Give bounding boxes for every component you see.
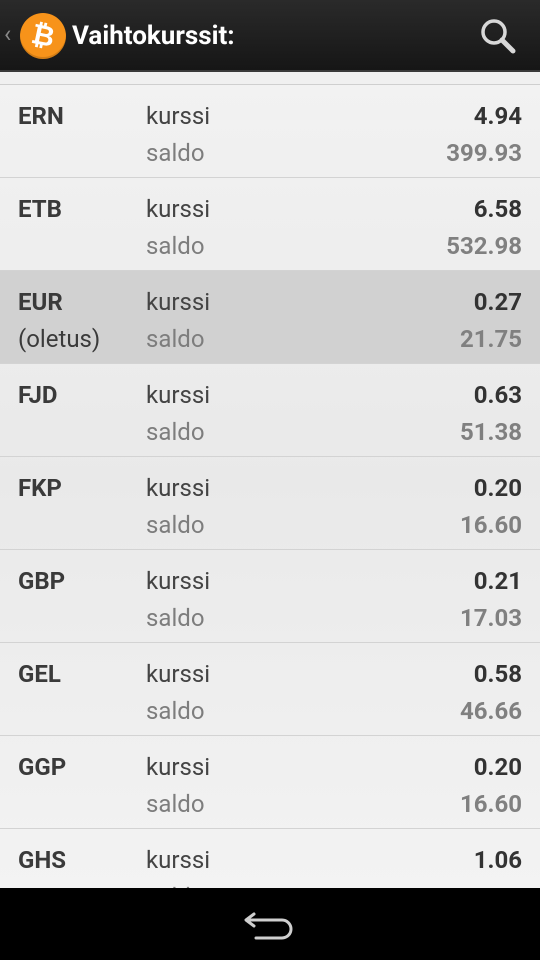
balance-label: saldo	[146, 879, 205, 888]
currency-code: FKP	[18, 474, 62, 502]
currency-code: EUR	[18, 288, 63, 316]
up-chevron-icon[interactable]: ‹	[4, 22, 11, 46]
currency-code: ERN	[18, 102, 64, 130]
list-top-divider	[0, 72, 540, 85]
rate-value: 0.20	[473, 474, 522, 502]
rate-value: 4.94	[473, 102, 522, 130]
currency-code: GHS	[18, 846, 67, 874]
currency-row[interactable]: ETB kurssi saldo 6.58 532.98	[0, 178, 540, 271]
rate-value: 0.20	[473, 753, 522, 781]
currency-row-selected[interactable]: EUR (oletus) kurssi saldo 0.27 21.75	[0, 271, 540, 364]
rate-value: 0.58	[473, 660, 522, 688]
currency-code: ETB	[18, 195, 62, 223]
rate-label: kurssi	[146, 195, 211, 223]
balance-label: saldo	[146, 139, 205, 167]
action-bar: ‹ ₿ Vaihtokurssit:	[0, 0, 540, 72]
balance-label: saldo	[146, 697, 205, 725]
balance-value: 51.38	[459, 418, 522, 446]
currency-list[interactable]: ERN kurssi saldo 4.94 399.93 ETB kurssi …	[0, 72, 540, 888]
balance-value: 399.93	[446, 139, 522, 167]
currency-row[interactable]: GEL kurssi saldo 0.58 46.66	[0, 643, 540, 736]
balance-label: saldo	[146, 418, 205, 446]
balance-label: saldo	[146, 232, 205, 260]
rate-label: kurssi	[146, 102, 211, 130]
balance-label: saldo	[146, 790, 205, 818]
currency-row[interactable]: GHS kurssi saldo 1.06	[0, 829, 540, 888]
balance-value: 532.98	[446, 232, 522, 260]
balance-value: 21.75	[459, 325, 522, 353]
balance-label: saldo	[146, 325, 205, 353]
currency-code: GBP	[18, 567, 66, 595]
search-icon[interactable]	[478, 16, 518, 56]
currency-row[interactable]: GGP kurssi saldo 0.20 16.60	[0, 736, 540, 829]
rate-label: kurssi	[146, 381, 211, 409]
bitcoin-icon[interactable]: ₿	[20, 13, 66, 59]
currency-code: GEL	[18, 660, 61, 688]
rate-label: kurssi	[146, 567, 211, 595]
rate-label: kurssi	[146, 660, 211, 688]
rate-label: kurssi	[146, 288, 211, 316]
balance-label: saldo	[146, 604, 205, 632]
currency-row[interactable]: ERN kurssi saldo 4.94 399.93	[0, 85, 540, 178]
currency-row[interactable]: GBP kurssi saldo 0.21 17.03	[0, 550, 540, 643]
currency-code: FJD	[18, 381, 58, 409]
balance-value: 46.66	[459, 697, 522, 725]
currency-row[interactable]: FKP kurssi saldo 0.20 16.60	[0, 457, 540, 550]
rate-value: 6.58	[473, 195, 522, 223]
rate-value: 0.27	[473, 288, 522, 316]
rate-value: 0.21	[473, 567, 522, 595]
navigation-bar	[0, 888, 540, 960]
rate-label: kurssi	[146, 474, 211, 502]
rate-label: kurssi	[146, 753, 211, 781]
balance-value: 17.03	[459, 604, 522, 632]
page-title: Vaihtokurssit:	[72, 21, 235, 51]
rate-label: kurssi	[146, 846, 211, 874]
currency-row[interactable]: FJD kurssi saldo 0.63 51.38	[0, 364, 540, 457]
balance-label: saldo	[146, 511, 205, 539]
balance-value: 16.60	[459, 790, 522, 818]
rate-value: 1.06	[473, 846, 522, 874]
back-arrow-icon[interactable]	[240, 906, 300, 942]
rate-value: 0.63	[473, 381, 522, 409]
balance-value: 16.60	[459, 511, 522, 539]
default-label: (oletus)	[18, 325, 101, 353]
bitcoin-glyph: ₿	[28, 16, 58, 55]
currency-code: GGP	[18, 753, 67, 781]
